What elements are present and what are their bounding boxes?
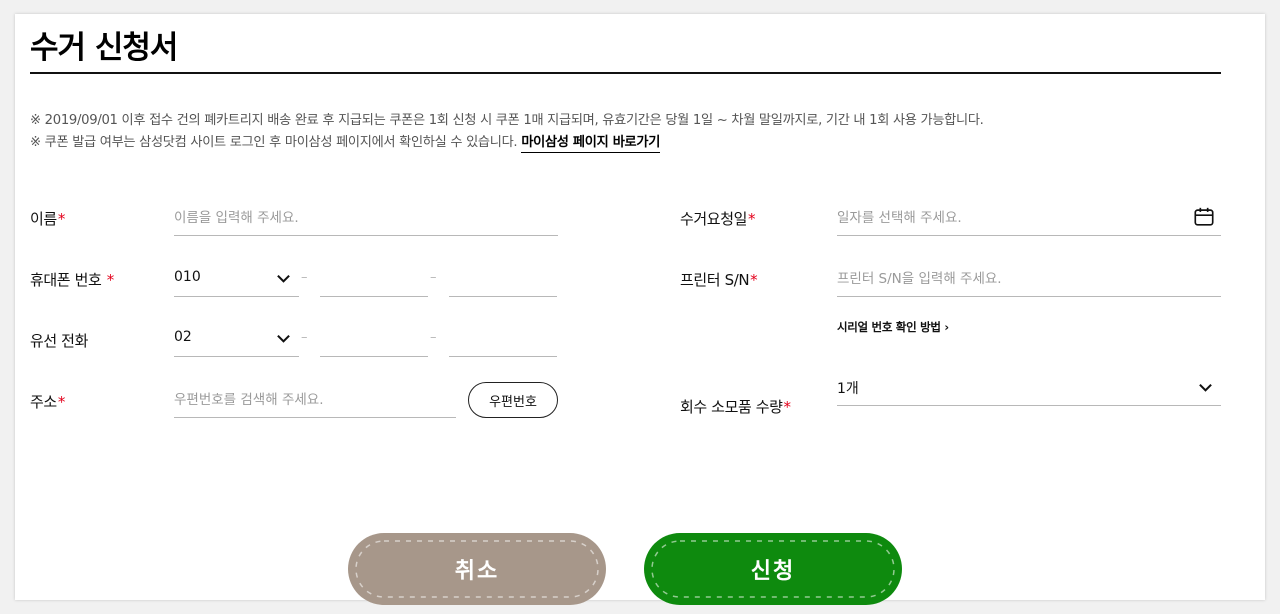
address-input[interactable] xyxy=(174,382,456,417)
dash-separator: – xyxy=(301,270,308,285)
printer-sn-label-text: 프린터 S/N xyxy=(680,271,750,289)
mobile-last-field xyxy=(449,261,557,297)
dash-separator: – xyxy=(430,270,437,285)
required-mark: * xyxy=(783,398,792,416)
required-mark: * xyxy=(57,210,66,228)
mobile-label: 휴대폰 번호 * xyxy=(30,269,114,290)
printer-sn-input[interactable] xyxy=(837,261,1221,296)
name-label-text: 이름 xyxy=(30,210,57,228)
cancel-button[interactable]: 취소 xyxy=(348,533,606,605)
phone-last-input[interactable] xyxy=(449,321,557,356)
submit-button[interactable]: 신청 xyxy=(644,533,902,605)
chevron-down-icon xyxy=(277,334,290,343)
address-label-text: 주소 xyxy=(30,393,57,411)
serial-help-link[interactable]: 시리얼 번호 확인 방법 › xyxy=(837,319,949,335)
required-mark: * xyxy=(106,271,115,289)
notice-line-2-text: ※ 쿠폰 발급 여부는 삼성닷컴 사이트 로그인 후 마이삼성 페이지에서 확인… xyxy=(30,135,518,150)
phone-label: 유선 전화 xyxy=(30,332,88,350)
required-mark: * xyxy=(748,210,756,228)
phone-prefix-select[interactable]: 02 xyxy=(174,321,299,357)
name-label: 이름* xyxy=(30,208,65,229)
address-label: 주소* xyxy=(30,391,65,412)
mobile-last-input[interactable] xyxy=(449,261,557,296)
dash-separator: – xyxy=(430,330,437,345)
chevron-down-icon xyxy=(277,274,290,283)
phone-last-field xyxy=(449,321,557,357)
mobile-label-text: 휴대폰 번호 xyxy=(30,271,102,289)
quantity-label-text: 회수 소모품 수량 xyxy=(680,398,783,416)
notice-line-1: ※ 2019/09/01 이후 접수 건의 폐카트리지 배송 완료 후 지급되는… xyxy=(30,113,984,128)
quantity-label: 회수 소모품 수량* xyxy=(680,396,791,417)
pickup-date-field xyxy=(837,200,1221,236)
form-card: 수거 신청서 ※ 2019/09/01 이후 접수 건의 폐카트리지 배송 완료… xyxy=(15,14,1265,605)
mobile-prefix-select[interactable]: 010 xyxy=(174,261,299,297)
phone-middle-field xyxy=(320,321,428,357)
pickup-date-input[interactable] xyxy=(837,200,1221,235)
printer-sn-label: 프린터 S/N* xyxy=(680,269,758,290)
phone-prefix-value: 02 xyxy=(174,329,192,345)
page-title: 수거 신청서 xyxy=(30,30,178,66)
name-field xyxy=(174,200,558,236)
cancel-label: 취소 xyxy=(454,558,500,584)
postcode-search-button[interactable]: 우편번호 xyxy=(468,382,558,418)
mobile-middle-input[interactable] xyxy=(320,261,428,296)
mobile-prefix-value: 010 xyxy=(174,269,201,285)
mobile-middle-field xyxy=(320,261,428,297)
name-input[interactable] xyxy=(174,200,558,235)
title-divider xyxy=(30,72,1221,74)
chevron-down-icon xyxy=(1199,383,1212,392)
dash-separator: – xyxy=(301,330,308,345)
notice-block: ※ 2019/09/01 이후 접수 건의 폐카트리지 배송 완료 후 지급되는… xyxy=(30,110,984,154)
printer-sn-field xyxy=(837,261,1221,297)
address-field xyxy=(174,382,456,418)
calendar-icon[interactable] xyxy=(1193,206,1215,228)
mysamsung-link[interactable]: 마이삼성 페이지 바로가기 xyxy=(521,135,660,153)
pickup-date-label-text: 수거요청일 xyxy=(680,210,748,228)
notice-line-2: ※ 쿠폰 발급 여부는 삼성닷컴 사이트 로그인 후 마이삼성 페이지에서 확인… xyxy=(30,132,984,154)
required-mark: * xyxy=(750,271,758,289)
quantity-select[interactable]: 1개 xyxy=(837,370,1221,406)
submit-label: 신청 xyxy=(750,558,796,584)
phone-middle-input[interactable] xyxy=(320,321,428,356)
quantity-value: 1개 xyxy=(837,381,859,397)
pickup-date-label: 수거요청일* xyxy=(680,208,756,229)
required-mark: * xyxy=(57,393,66,411)
